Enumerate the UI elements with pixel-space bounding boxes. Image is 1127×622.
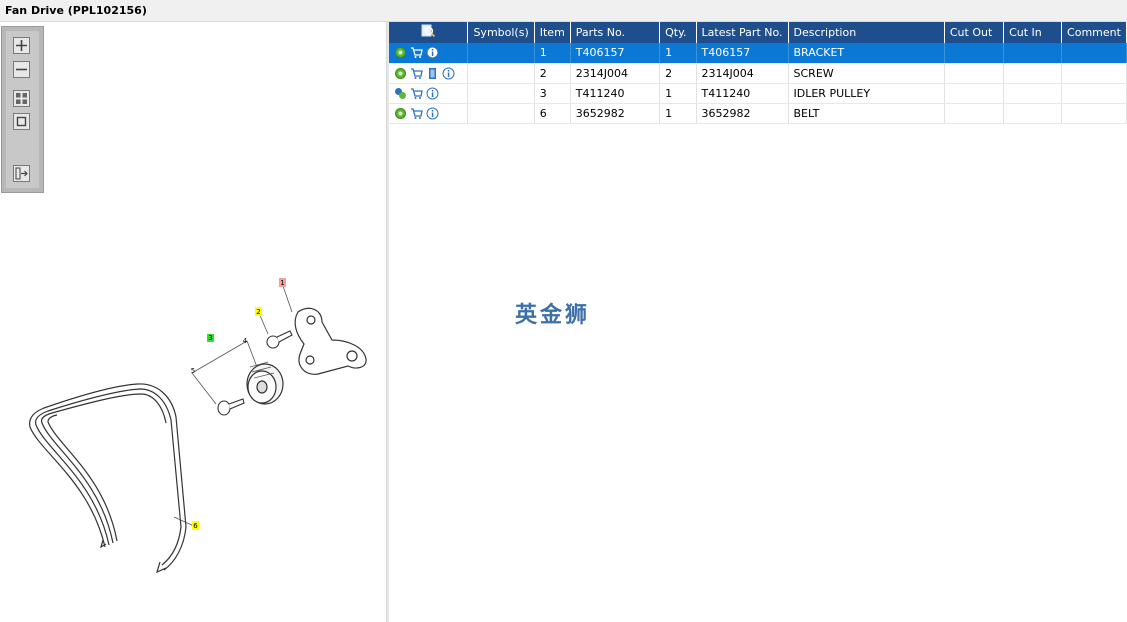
gear-icon[interactable] — [394, 46, 407, 59]
cell-symbols — [467, 103, 535, 124]
callout-6[interactable]: 6 — [192, 521, 199, 530]
bolt-drawing — [217, 398, 245, 416]
callout-5[interactable]: 5 — [191, 367, 195, 375]
cell-cut-in — [1003, 83, 1063, 104]
cell-description: BRACKET — [788, 43, 945, 64]
parts-table: Symbol(s) Item Parts No. Qty. Latest Par… — [389, 22, 1127, 124]
search-document-icon — [421, 24, 435, 38]
table-row[interactable]: 2 2314J004 2 2314J004 SCREW — [389, 63, 1127, 84]
cell-latest-part-no: T406157 — [696, 43, 789, 64]
idler-pulley-drawing — [246, 361, 284, 405]
cell-comment — [1061, 83, 1127, 104]
header-item[interactable]: Item — [534, 22, 571, 43]
cell-description: IDLER PULLEY — [788, 83, 945, 104]
callout-1[interactable]: 1 — [279, 278, 286, 287]
cell-cut-out — [944, 43, 1005, 64]
header-cut-in[interactable]: Cut In — [1003, 22, 1063, 43]
callout-3[interactable]: 3 — [207, 334, 214, 342]
cell-comment — [1061, 103, 1127, 124]
row-icons — [389, 63, 469, 84]
row-icons — [389, 83, 469, 104]
cell-parts-no: T406157 — [570, 43, 661, 64]
svg-text:4: 4 — [243, 337, 248, 345]
table-header-row: Symbol(s) Item Parts No. Qty. Latest Par… — [389, 22, 1127, 43]
cell-qty: 1 — [659, 103, 697, 124]
cell-parts-no: 2314J004 — [570, 63, 661, 84]
cell-qty: 1 — [659, 83, 697, 104]
gear-icon[interactable] — [394, 107, 407, 120]
screw-drawing — [266, 330, 293, 349]
header-latest-part-no[interactable]: Latest Part No. — [696, 22, 789, 43]
title-bar: Fan Drive (PPL102156) — [0, 0, 1127, 22]
cart-icon[interactable] — [410, 107, 423, 120]
parts-list-pane: Symbol(s) Item Parts No. Qty. Latest Par… — [389, 22, 1127, 622]
svg-text:3: 3 — [208, 334, 212, 342]
gear-icon[interactable] — [394, 67, 407, 80]
cell-latest-part-no: 2314J004 — [696, 63, 789, 84]
cell-description: SCREW — [788, 63, 945, 84]
cell-cut-out — [944, 63, 1005, 84]
info-icon[interactable] — [426, 46, 439, 59]
svg-text:2: 2 — [256, 308, 260, 316]
cell-cut-in — [1003, 63, 1063, 84]
belt-drawing — [29, 383, 187, 574]
watermark-text: 英金狮 — [515, 303, 591, 328]
cell-description: BELT — [788, 103, 945, 124]
header-description[interactable]: Description — [788, 22, 945, 43]
svg-text:6: 6 — [193, 522, 198, 530]
cell-symbols — [467, 43, 535, 64]
header-comment[interactable]: Comment — [1061, 22, 1127, 43]
cell-latest-part-no: 3652982 — [696, 103, 789, 124]
cell-cut-in — [1003, 103, 1063, 124]
header-search-column[interactable] — [389, 22, 469, 43]
cell-symbols — [467, 63, 535, 84]
bracket-drawing — [294, 307, 367, 375]
header-cut-out[interactable]: Cut Out — [944, 22, 1005, 43]
cell-item: 6 — [534, 103, 571, 124]
header-symbols[interactable]: Symbol(s) — [467, 22, 535, 43]
cell-latest-part-no: T411240 — [696, 83, 789, 104]
table-row[interactable]: 3 T411240 1 T411240 IDLER PULLEY — [389, 83, 1127, 104]
cart-icon[interactable] — [410, 67, 423, 80]
cell-comment — [1061, 43, 1127, 64]
table-row[interactable]: 1 T406157 1 T406157 BRACKET — [389, 43, 1127, 64]
header-parts-no[interactable]: Parts No. — [570, 22, 661, 43]
cart-icon[interactable] — [410, 46, 423, 59]
cell-parts-no: T411240 — [570, 83, 661, 104]
cell-qty: 1 — [659, 43, 697, 64]
cell-item: 3 — [534, 83, 571, 104]
cell-symbols — [467, 83, 535, 104]
row-icons — [389, 103, 469, 124]
diagram-pane[interactable]: 1 2 3 4 5 6 — [0, 22, 386, 622]
cell-item: 2 — [534, 63, 571, 84]
row-icons — [389, 43, 469, 64]
callout-4[interactable]: 4 — [243, 337, 248, 345]
info-icon[interactable] — [442, 67, 455, 80]
exploded-parts-diagram: 1 2 3 4 5 6 — [29, 278, 367, 574]
window-title: Fan Drive (PPL102156) — [5, 4, 147, 17]
svg-text:1: 1 — [280, 279, 284, 287]
info-icon[interactable] — [426, 87, 439, 100]
svg-text:5: 5 — [191, 367, 195, 375]
callout-2[interactable]: 2 — [255, 307, 262, 316]
cell-comment — [1061, 63, 1127, 84]
table-row[interactable]: 6 3652982 1 3652982 BELT — [389, 103, 1127, 124]
info-icon[interactable] — [426, 107, 439, 120]
cell-cut-in — [1003, 43, 1063, 64]
cell-parts-no: 3652982 — [570, 103, 661, 124]
cell-cut-out — [944, 83, 1005, 104]
cell-item: 1 — [534, 43, 571, 64]
cell-cut-out — [944, 103, 1005, 124]
cell-qty: 2 — [659, 63, 697, 84]
cart-icon[interactable] — [410, 87, 423, 100]
gears-icon[interactable] — [394, 87, 407, 100]
header-qty[interactable]: Qty. — [659, 22, 697, 43]
book-icon[interactable] — [426, 67, 439, 80]
